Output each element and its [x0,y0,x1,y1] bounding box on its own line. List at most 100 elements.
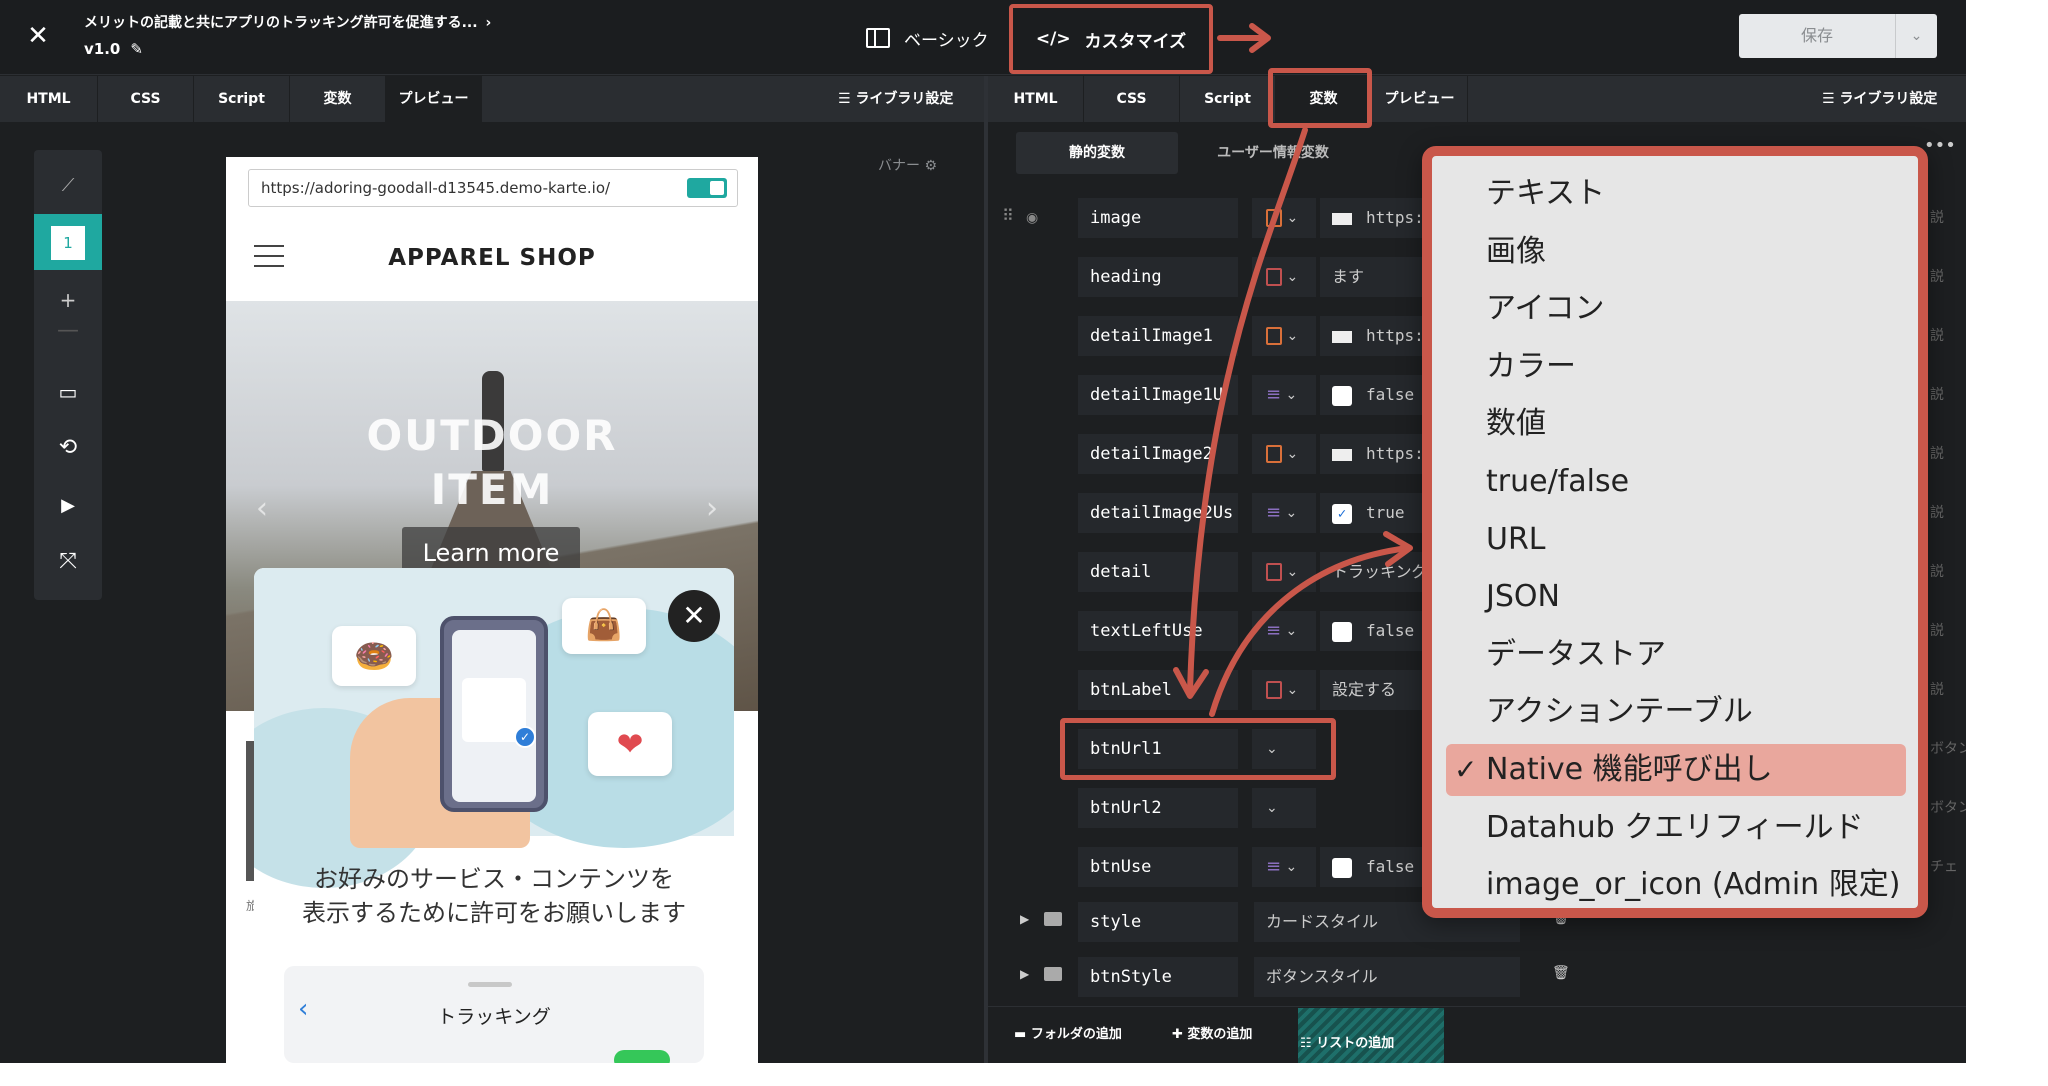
folder-label-field[interactable]: ボタンスタイル [1254,957,1520,997]
add-list-button[interactable]: ☷ リストの追加 [1298,1008,1444,1063]
edit-pencil-icon[interactable]: ✎ [130,40,143,58]
add-variable-button[interactable]: ✚ 変数の追加 [1172,1023,1252,1042]
variable-description[interactable]: 説 [1930,493,1966,533]
variable-type-select[interactable]: ⌄ [1252,257,1316,297]
drag-handle-icon[interactable]: ⠿ [1002,206,1014,225]
carousel-next-icon[interactable]: › [706,491,718,526]
rotate-icon[interactable]: ⟲ [34,420,102,476]
preview-url-toggle[interactable] [687,178,727,198]
checkbox[interactable] [1332,385,1352,406]
carousel-prev-icon[interactable]: ‹ [256,491,268,526]
version-label[interactable]: v1.0 ✎ [84,40,143,58]
type-option[interactable]: アクションテーブル [1432,686,1918,738]
variable-description[interactable]: ボタン [1930,788,1966,828]
variable-description[interactable]: 説 [1930,670,1966,710]
gear-icon[interactable]: ⚙ [924,158,937,174]
variable-description[interactable]: 説 [1930,375,1966,415]
checkbox[interactable]: ✓ [1332,503,1352,524]
variable-type-select[interactable]: ⌄ [1252,198,1316,238]
variable-name-field[interactable]: detailImage2 [1078,434,1238,474]
sheet-grip[interactable] [468,982,512,987]
type-option[interactable]: 画像 [1432,226,1918,278]
checkbox[interactable] [1332,857,1352,878]
type-option[interactable]: データストア [1432,629,1918,681]
tab-css-right[interactable]: CSS [1084,76,1180,122]
variable-type-select[interactable]: ⌄ [1252,788,1316,828]
tracking-toggle[interactable] [614,1050,670,1063]
variable-type-select[interactable]: ⌄ [1252,434,1316,474]
expand-icon[interactable]: ⤧ [34,534,102,590]
type-option[interactable]: テキスト [1432,168,1918,220]
tab-user-variables[interactable]: ユーザー情報変数 [1178,132,1368,174]
variable-type-select[interactable]: ⌄ [1252,670,1316,710]
expand-triangle-icon[interactable]: ▶ [1020,912,1029,926]
type-option[interactable]: image_or_icon (Admin 限定) [1432,859,1918,911]
variable-name-field[interactable]: btnUse [1078,847,1238,887]
variable-description[interactable]: 説 [1930,552,1966,592]
device-icon[interactable]: ▭ [34,364,102,420]
variable-name-field[interactable]: detail [1078,552,1238,592]
campaign-title[interactable]: メリットの記載と共にアプリのトラッキング許可を促進する... › [84,12,491,32]
variable-description[interactable]: ボタン [1930,729,1966,769]
tab-script-left[interactable]: Script [194,76,290,122]
library-settings-right[interactable]: ☰ ライブラリ設定 [1822,76,1937,122]
library-settings-left[interactable]: ☰ ライブラリ設定 [838,76,953,122]
more-options-icon[interactable]: ••• [1924,135,1956,156]
variable-description[interactable]: 説 [1930,198,1966,238]
tab-preview-right[interactable]: プレビュー [1372,76,1468,122]
variable-type-select[interactable]: ≡ ⌄ [1252,611,1316,651]
play-icon[interactable]: ▶ [34,478,102,534]
type-option[interactable]: Datahub クエリフィールド [1432,802,1918,854]
variable-name-field[interactable]: heading [1078,257,1238,297]
mode-customize-button[interactable]: </> カスタマイズ [1009,4,1213,74]
variable-description[interactable]: 説 [1930,434,1966,474]
tab-preview-left[interactable]: プレビュー [386,76,482,122]
save-dropdown-chevron-icon[interactable]: ⌄ [1896,14,1937,58]
type-option[interactable]: ✓ Native 機能呼び出し [1446,744,1906,796]
save-button[interactable]: 保存 [1739,14,1895,58]
variable-type-select[interactable]: ≡ ⌄ [1252,847,1316,887]
variable-folder-row[interactable]: ▶ btnStyle ボタンスタイル 🗑 [996,955,1966,999]
variable-name-field[interactable]: btnLabel [1078,670,1238,710]
mode-basic-button[interactable]: ベーシック [866,24,989,52]
variable-name-field[interactable]: detailImage1U [1078,375,1238,415]
type-option[interactable]: アイコン [1432,283,1918,335]
folder-name-field[interactable]: btnStyle [1078,957,1238,997]
tab-css-left[interactable]: CSS [98,76,194,122]
expand-triangle-icon[interactable]: ▶ [1020,967,1029,981]
checkbox[interactable] [1332,621,1352,642]
type-option[interactable]: JSON [1432,571,1918,623]
type-option[interactable]: true/false [1432,456,1918,508]
type-option[interactable]: カラー [1432,341,1918,393]
close-icon[interactable]: ✕ [20,18,56,54]
variable-type-select[interactable]: ⌄ [1252,316,1316,356]
tab-html-left[interactable]: HTML [0,76,98,122]
variable-name-field[interactable]: detailImage1 [1078,316,1238,356]
eye-icon[interactable]: ◉ [1026,210,1038,226]
tab-variables-left[interactable]: 変数 [290,76,386,122]
type-option[interactable]: URL [1432,514,1918,566]
no-state-icon[interactable]: ⟋ [34,158,102,214]
variable-name-field[interactable]: btnUrl2 [1078,788,1238,828]
pane-divider[interactable] [984,76,988,1063]
variable-name-field[interactable]: detailImage2Us [1078,493,1238,533]
variable-name-field[interactable]: image [1078,198,1238,238]
popup-close-icon[interactable]: ✕ [668,590,720,642]
variable-name-field[interactable]: textLeftUse [1078,611,1238,651]
variable-description[interactable]: 説 [1930,257,1966,297]
trash-icon[interactable]: 🗑 [1552,965,1570,981]
variable-type-select[interactable]: ≡ ⌄ [1252,375,1316,415]
type-option[interactable]: 数値 [1432,398,1918,450]
variable-type-select[interactable]: ≡ ⌄ [1252,493,1316,533]
banner-label[interactable]: バナー ⚙ [878,155,937,175]
variable-description[interactable]: 説 [1930,316,1966,356]
variable-description[interactable]: チェ [1930,847,1966,887]
add-folder-button[interactable]: ▬ フォルダの追加 [1014,1023,1122,1042]
tab-static-variables[interactable]: 静的変数 [1016,132,1178,174]
tab-html-right[interactable]: HTML [988,76,1084,122]
variable-type-select[interactable]: ⌄ [1252,552,1316,592]
folder-name-field[interactable]: style [1078,902,1238,942]
variable-description[interactable]: 説 [1930,611,1966,651]
tab-script-right[interactable]: Script [1180,76,1276,122]
preview-url-bar[interactable]: https://adoring-goodall-d13545.demo-kart… [248,169,738,207]
